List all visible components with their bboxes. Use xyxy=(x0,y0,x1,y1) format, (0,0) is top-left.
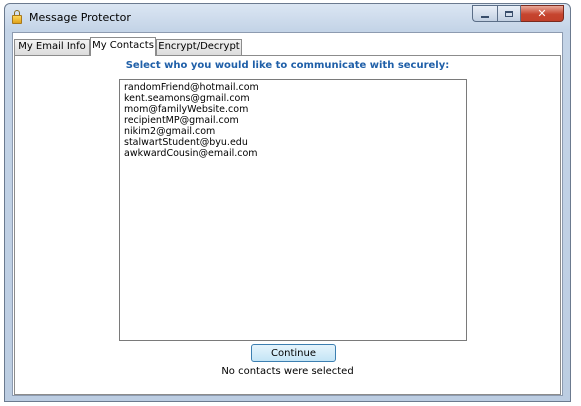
contact-list-item[interactable]: stalwartStudent@byu.edu xyxy=(124,137,462,148)
minimize-icon xyxy=(481,15,489,18)
title-bar[interactable]: Message Protector ✕ xyxy=(5,4,570,32)
minimize-button[interactable] xyxy=(472,5,497,22)
client-area: My Email Info My Contacts Encrypt/Decryp… xyxy=(12,32,563,396)
close-icon: ✕ xyxy=(537,7,547,20)
contacts-listbox[interactable]: randomFriend@hotmail.com kent.seamons@gm… xyxy=(119,79,467,341)
continue-button[interactable]: Continue xyxy=(251,344,336,362)
selection-status: No contacts were selected xyxy=(221,366,354,377)
contacts-heading: Select who you would like to communicate… xyxy=(125,60,450,71)
maximize-button[interactable] xyxy=(497,5,521,22)
close-button[interactable]: ✕ xyxy=(521,5,564,22)
window-controls: ✕ xyxy=(472,5,564,23)
contacts-panel: Select who you would like to communicate… xyxy=(14,55,561,395)
contact-list-item[interactable]: awkwardCousin@email.com xyxy=(124,148,462,159)
maximize-icon xyxy=(505,10,513,17)
tab-my-email-info[interactable]: My Email Info xyxy=(14,39,90,55)
contact-list-item[interactable]: kent.seamons@gmail.com xyxy=(124,93,462,104)
contact-list-item[interactable]: mom@familyWebsite.com xyxy=(124,104,462,115)
contact-list-item[interactable]: randomFriend@hotmail.com xyxy=(124,82,462,93)
app-window: Message Protector ✕ My Email Info My Con… xyxy=(4,3,571,402)
padlock-icon xyxy=(12,10,22,25)
window-title: Message Protector xyxy=(29,11,131,24)
tab-my-contacts[interactable]: My Contacts xyxy=(90,37,156,56)
tab-encrypt-decrypt[interactable]: Encrypt/Decrypt xyxy=(156,39,242,55)
contact-list-item[interactable]: nikim2@gmail.com xyxy=(124,126,462,137)
contact-list-item[interactable]: recipientMP@gmail.com xyxy=(124,115,462,126)
